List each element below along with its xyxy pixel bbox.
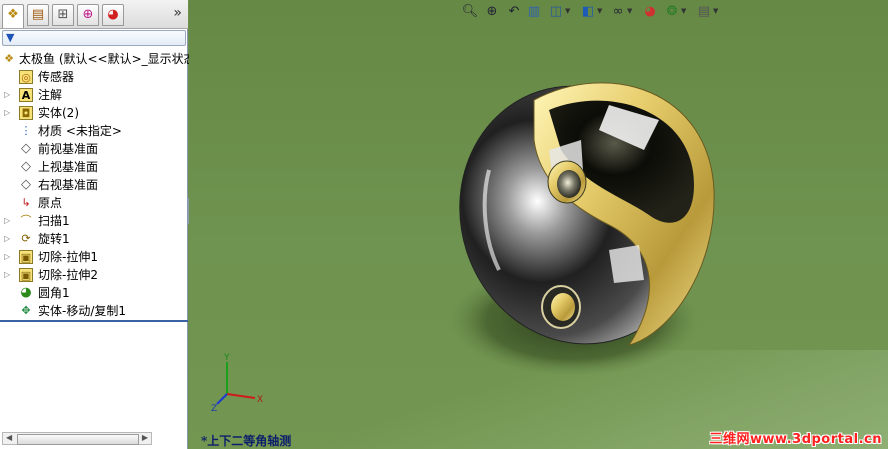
expand-icon[interactable]: ▷	[4, 248, 12, 266]
tree-item-label: 原点	[38, 196, 63, 210]
view-orientation-label: *上下二等角轴测	[201, 434, 292, 448]
x-axis-label: X	[257, 395, 263, 405]
chevron-down-icon[interactable]: ▼	[713, 7, 718, 15]
highlight	[609, 245, 644, 283]
graphics-area[interactable]: 🔍︎ ⊕ ↶ ▥ ◫ ▼ ◧ ▼ ∞ ▼ ◕ ❂ ▼ ▤ ▼ Y X Z *上下…	[189, 0, 888, 449]
more-tabs-button[interactable]: »	[173, 5, 182, 21]
sweep-icon: ⌒	[20, 214, 32, 227]
model-render[interactable]	[189, 0, 888, 449]
material-icon: ⋮	[20, 124, 32, 137]
tree-item-label: 前视基准面	[38, 142, 99, 156]
panel-tab-bar: ❖ ▤ ⊞ ⊕ ◕ »	[0, 0, 188, 29]
hide-show-icon: ∞	[612, 4, 624, 19]
panel-horizontal-scrollbar[interactable]: ◀ ▶	[2, 432, 152, 445]
plane-icon: ◇	[21, 159, 31, 174]
display-style-icon: ◧	[581, 4, 595, 19]
tree-item-label: 旋转1	[38, 232, 70, 246]
chevron-down-icon[interactable]: ▼	[681, 7, 686, 15]
lower-eye-hole	[551, 293, 575, 321]
expand-icon[interactable]: ▷	[4, 104, 12, 122]
chevron-down-icon[interactable]: ▼	[627, 7, 632, 15]
tree-item-label: 实体(2)	[38, 106, 79, 120]
origin-icon: ↳	[21, 196, 31, 209]
scene-icon: ❂	[666, 4, 678, 19]
cut-extrude-icon: ▣	[19, 268, 33, 282]
z-axis	[216, 393, 228, 405]
apply-scene-button[interactable]: ❂	[663, 3, 681, 21]
sensor-icon: ◎	[19, 70, 33, 84]
section-view-icon: ▥	[527, 4, 541, 19]
tree-item-label: 扫描1	[38, 214, 70, 228]
target-icon: ⊕	[82, 7, 94, 22]
configuration-manager-tab[interactable]: ⊞	[52, 4, 74, 26]
view-orientation-button[interactable]: ◫	[547, 3, 565, 21]
tree-item-label: 实体-移动/复制1	[38, 304, 127, 318]
y-axis-label: Y	[223, 353, 230, 363]
plane-icon: ◇	[21, 141, 31, 156]
tree-item-label: 圆角1	[38, 286, 70, 300]
solid-bodies-icon: ◘	[19, 106, 33, 120]
tree-item-label: 切除-拉伸1	[38, 250, 98, 264]
tree-icon: ❖	[7, 7, 19, 22]
tree-item-label: 传感器	[38, 70, 75, 84]
feature-manager-tab[interactable]: ❖	[2, 4, 24, 28]
display-style-button[interactable]: ◧	[579, 3, 597, 21]
previous-view-button[interactable]: ↶	[505, 3, 523, 21]
property-icon: ▤	[31, 7, 45, 22]
feature-manager-panel: ❖ ▤ ⊞ ⊕ ◕ » ▼ ❖ 太极鱼 (默认<<默认>_显示状态 ◎ 传感器 …	[0, 0, 196, 449]
expand-icon[interactable]: ▷	[4, 230, 12, 248]
scroll-right-icon[interactable]: ▶	[142, 433, 148, 442]
view-orientation-icon: ◫	[549, 4, 563, 19]
annotation-icon: A	[19, 88, 33, 102]
expand-icon[interactable]: ▷	[4, 266, 12, 284]
config-icon: ⊞	[57, 7, 69, 22]
fillet-icon: ◕	[20, 285, 32, 300]
color-wheel-icon: ◕	[107, 7, 119, 22]
previous-view-icon: ↶	[508, 4, 520, 19]
appearance-icon: ◕	[644, 4, 656, 19]
tree-root-label: 太极鱼 (默认<<默认>_显示状态	[19, 52, 196, 66]
x-axis	[226, 393, 256, 399]
expand-icon[interactable]: ▷	[4, 86, 12, 104]
chevron-down-icon[interactable]: ▼	[565, 7, 570, 15]
reference-triad[interactable]: Y X Z	[207, 352, 267, 412]
zoom-to-area-button[interactable]: ⊕	[483, 3, 501, 21]
display-manager-tab[interactable]: ◕	[102, 4, 124, 26]
hide-show-items-button[interactable]: ∞	[609, 3, 627, 21]
tree-item-label: 切除-拉伸2	[38, 268, 98, 282]
view-settings-icon: ▤	[697, 4, 711, 19]
tree-item-label: 注解	[38, 88, 63, 102]
scroll-thumb[interactable]	[17, 434, 139, 445]
rollback-bar[interactable]	[0, 320, 188, 322]
scroll-left-icon[interactable]: ◀	[6, 433, 12, 442]
revolve-icon: ⟳	[21, 232, 31, 245]
zoom-area-icon: ⊕	[486, 4, 498, 19]
cut-extrude-icon: ▣	[19, 250, 33, 264]
zoom-to-fit-button[interactable]: 🔍︎	[461, 3, 479, 21]
dimxpert-tab[interactable]: ⊕	[77, 4, 99, 26]
filter-icon: ▼	[6, 31, 15, 44]
tree-item-label: 材质 <未指定>	[38, 124, 122, 138]
upper-eye-hole	[557, 170, 581, 198]
edit-appearance-button[interactable]: ◕	[641, 3, 659, 21]
watermark-text: 三维网www.3dportal.cn	[709, 432, 882, 447]
view-settings-button[interactable]: ▤	[695, 3, 713, 21]
expand-icon[interactable]: ▷	[4, 212, 12, 230]
chevron-down-icon[interactable]: ▼	[597, 7, 602, 15]
tree-item-label: 上视基准面	[38, 160, 99, 174]
zoom-fit-icon: 🔍︎	[461, 4, 479, 19]
section-view-button[interactable]: ▥	[525, 3, 543, 21]
property-manager-tab[interactable]: ▤	[27, 4, 49, 26]
tree-item-label: 右视基准面	[38, 178, 99, 192]
z-axis-label: Z	[211, 404, 217, 412]
feature-filter[interactable]: ▼	[2, 30, 186, 46]
plane-icon: ◇	[21, 177, 31, 192]
part-icon: ❖	[4, 52, 14, 65]
move-copy-icon: ✥	[21, 304, 31, 317]
